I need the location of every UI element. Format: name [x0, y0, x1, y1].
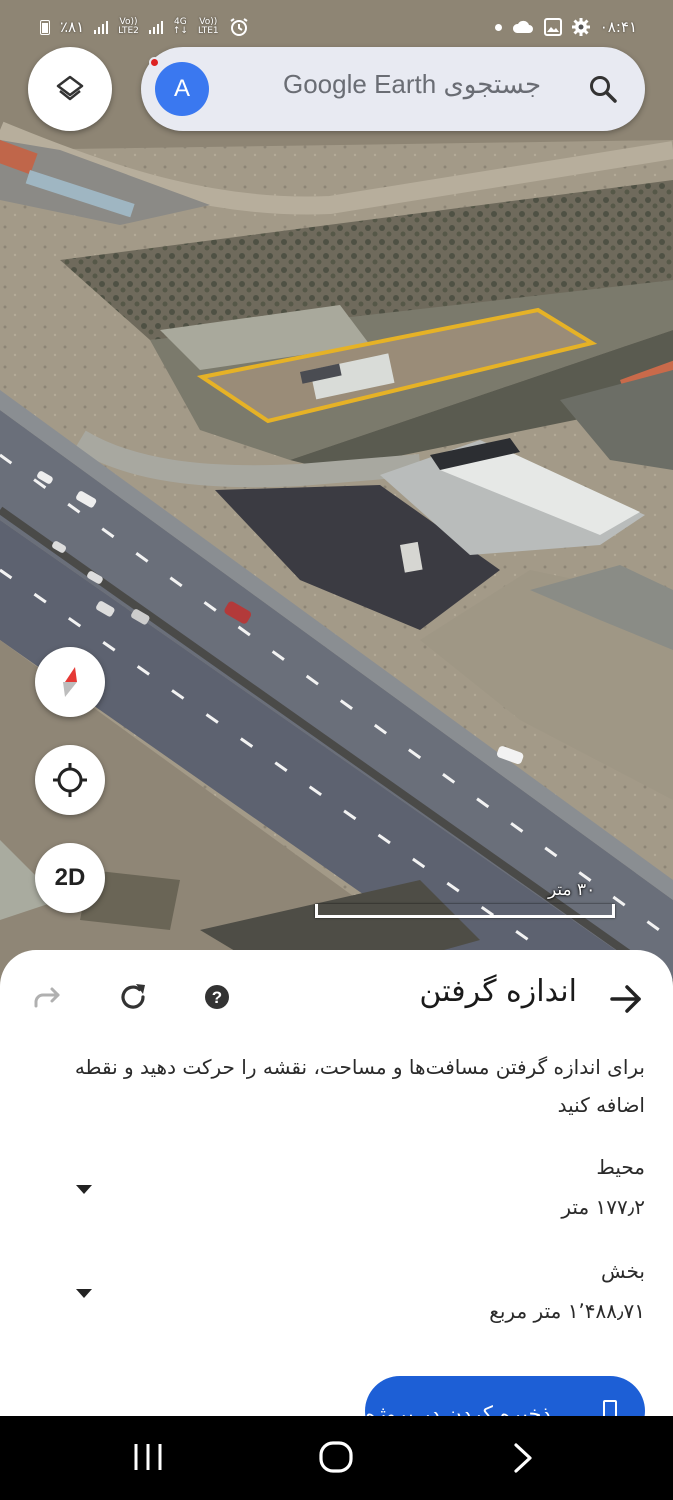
map-imagery — [0, 0, 673, 990]
perimeter-row[interactable]: محیط ۱۷۷٫۲ متر — [28, 1155, 645, 1225]
home-icon[interactable] — [318, 1440, 354, 1478]
signal-icon — [148, 20, 163, 34]
cloud-icon — [512, 20, 533, 33]
sim1-indicator: Vo)) LTE1 — [197, 17, 219, 36]
measure-header: اندازه گرفتن ? — [0, 950, 673, 1046]
measure-title: اندازه گرفتن — [419, 974, 577, 1009]
status-right: ۰۸:۴۱ — [494, 18, 637, 36]
sim2-indicator: Vo)) LTE2 — [118, 17, 139, 36]
redo-icon[interactable] — [32, 982, 64, 1014]
area-value: ۱٬۴۸۸٫۷۱ متر مربع — [489, 1299, 645, 1323]
battery-icon — [40, 19, 50, 35]
battery-percent: ٪۸۱ — [60, 18, 85, 36]
svg-text:?: ? — [212, 988, 222, 1007]
system-nav-bar — [0, 1416, 673, 1500]
my-location-icon — [53, 763, 87, 797]
scale-label: ۳۰ متر — [548, 880, 596, 900]
search-placeholder[interactable]: جستجوی Google Earth — [283, 69, 541, 100]
recents-icon[interactable] — [132, 1442, 164, 1476]
status-left: ٪۸۱ Vo)) LTE2 4G ↑↓ Vo)) LTE1 — [40, 17, 249, 37]
search-icon[interactable] — [587, 73, 619, 105]
area-row[interactable]: بخش ۱٬۴۸۸٫۷۱ متر مربع — [28, 1259, 645, 1329]
scale-bar — [315, 904, 615, 918]
layers-button[interactable] — [28, 47, 112, 131]
dropdown-arrow-icon[interactable] — [76, 1185, 92, 1194]
perimeter-label: محیط — [596, 1155, 645, 1179]
layers-icon — [56, 75, 84, 101]
account-avatar[interactable]: A — [155, 62, 209, 116]
status-bar: ٪۸۱ Vo)) LTE2 4G ↑↓ Vo)) LTE1 ۰۸:۴۱ — [0, 0, 673, 54]
measure-instructions: برای اندازه گرفتن مسافت‌ها و مساحت، نقشه… — [74, 1055, 645, 1117]
area-label: بخش — [601, 1259, 645, 1283]
alarm-icon — [230, 18, 248, 36]
notification-dot — [149, 57, 160, 68]
compass-button[interactable] — [35, 647, 105, 717]
dot-icon — [494, 23, 502, 31]
refresh-icon[interactable] — [117, 981, 149, 1013]
back-icon[interactable] — [508, 1442, 536, 1478]
view-2d-button[interactable]: 2D — [35, 843, 105, 913]
my-location-button[interactable] — [35, 745, 105, 815]
arrow-right-icon[interactable] — [609, 982, 643, 1016]
perimeter-value: ۱۷۷٫۲ متر — [561, 1195, 645, 1219]
save-to-project-button[interactable]: ذخیره کردن در پروژه — [365, 1376, 645, 1420]
measure-panel: اندازه گرفتن ? برای اندازه گرفتن مسافت‌ه… — [0, 950, 673, 1420]
sim1-network: 4G ↑↓ — [172, 17, 188, 36]
search-bar[interactable]: A جستجوی Google Earth — [141, 47, 645, 131]
settings-icon — [571, 18, 590, 36]
compass-icon — [63, 667, 77, 697]
dropdown-arrow-icon[interactable] — [76, 1289, 92, 1298]
gallery-icon — [543, 18, 562, 36]
help-icon[interactable]: ? — [204, 984, 230, 1010]
signal-icon — [94, 20, 109, 34]
clock: ۰۸:۴۱ — [599, 18, 637, 36]
satellite-map[interactable] — [0, 0, 673, 990]
